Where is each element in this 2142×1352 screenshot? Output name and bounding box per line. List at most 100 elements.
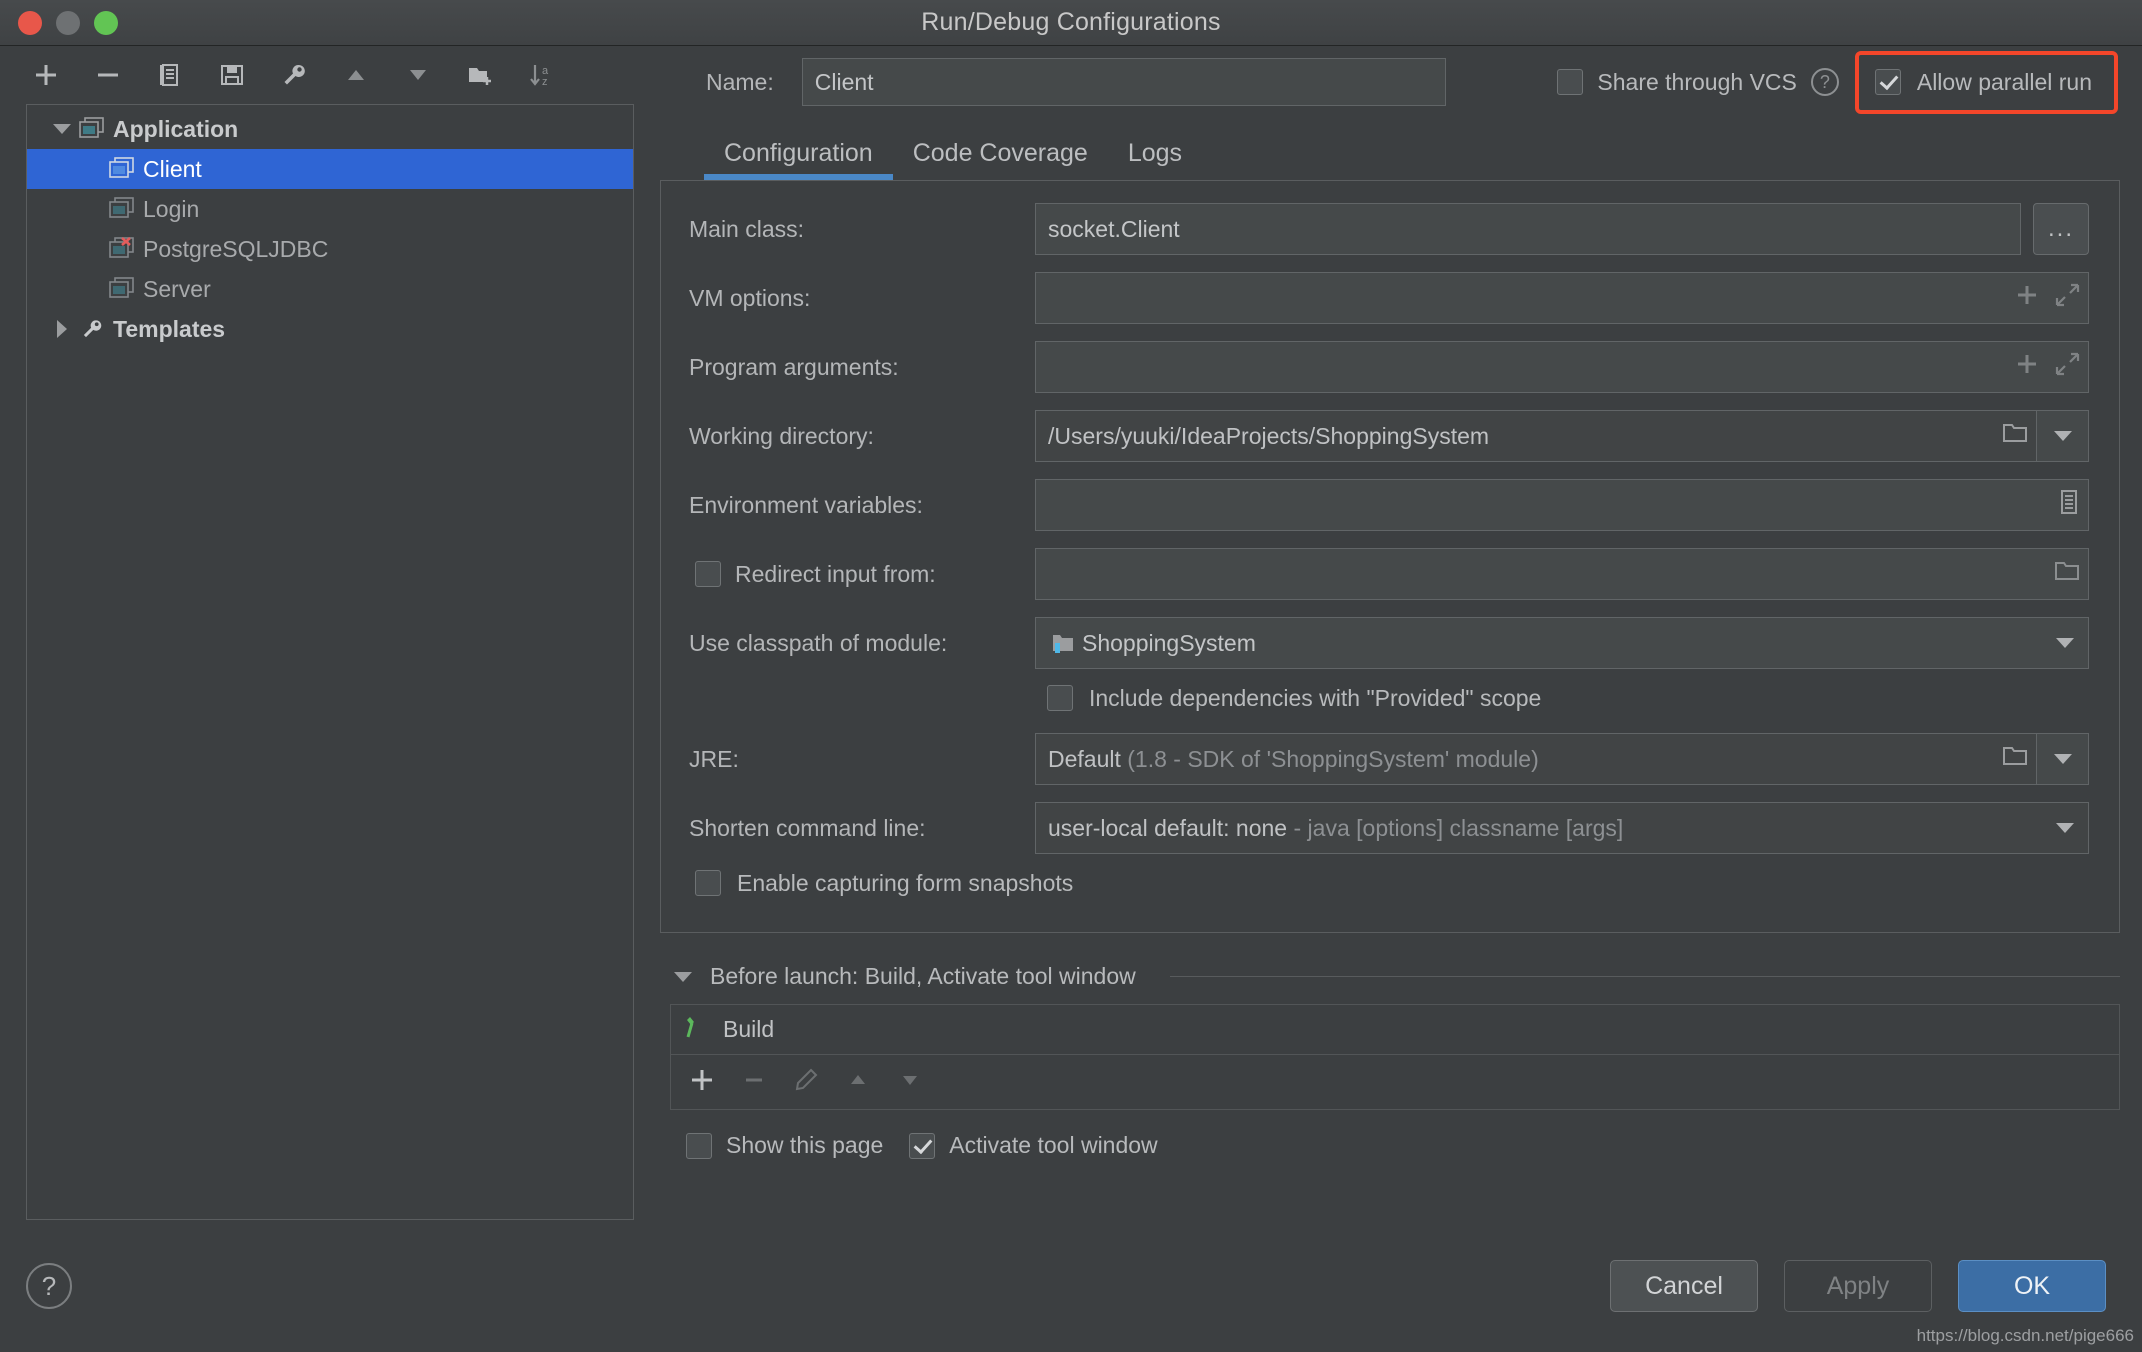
working-directory-dropdown-button[interactable] [2037, 410, 2089, 462]
add-task-button[interactable] [689, 1067, 715, 1098]
remove-task-button[interactable] [741, 1067, 767, 1098]
activate-tool-window-checkbox[interactable] [909, 1132, 936, 1159]
chevron-down-icon[interactable] [2056, 823, 2074, 833]
classpath-module-dropdown[interactable]: ShoppingSystem [1035, 617, 2089, 669]
redirect-input-checkbox[interactable] [695, 561, 721, 587]
apply-button[interactable]: Apply [1784, 1260, 1932, 1312]
sort-alphabetically-button[interactable]: a z [522, 55, 562, 95]
classpath-module-value: ShoppingSystem [1082, 629, 1256, 656]
before-launch-options: Show this page Activate tool window [670, 1132, 2120, 1159]
redirect-input-label: Redirect input from: [735, 560, 936, 587]
allow-parallel-run-checkbox[interactable] [1874, 69, 1901, 95]
redirect-input-label-group: Redirect input from: [677, 561, 1035, 588]
tab-logs[interactable]: Logs [1108, 139, 1202, 180]
configuration-editor-pane: Name: Share through VCS ? Allow parallel… [648, 46, 2142, 1220]
jre-dropdown-button[interactable] [2037, 733, 2089, 785]
before-launch-header[interactable]: Before launch: Build, Activate tool wind… [670, 963, 2120, 990]
activate-tool-window-option[interactable]: Activate tool window [909, 1132, 1158, 1159]
main-class-input[interactable]: socket.Client [1035, 203, 2021, 255]
tree-node-server[interactable]: Server [27, 269, 633, 309]
working-directory-input[interactable]: /Users/yuuki/IdeaProjects/ShoppingSystem [1035, 410, 2037, 462]
jre-value: Default [1048, 745, 1121, 772]
new-folder-button[interactable] [460, 55, 500, 95]
shorten-command-line-value: user-local default: none [1048, 814, 1288, 841]
move-down-button[interactable] [398, 55, 438, 95]
folder-icon[interactable] [2002, 421, 2028, 451]
environment-variables-input[interactable] [1035, 479, 2089, 531]
share-through-vcs-option[interactable]: Share through VCS ? [1557, 68, 1839, 96]
close-window-button[interactable] [18, 10, 42, 35]
configuration-tab-panel: Main class: socket.Client ... VM options… [660, 180, 2120, 933]
include-provided-row[interactable]: Include dependencies with "Provided" sco… [677, 675, 2089, 721]
share-vcs-help-icon[interactable]: ? [1810, 68, 1839, 96]
tree-node-templates[interactable]: Templates [27, 309, 633, 349]
add-configuration-button[interactable] [26, 55, 66, 95]
folder-icon[interactable] [2002, 744, 2028, 774]
main-class-browse-button[interactable]: ... [2033, 203, 2089, 255]
save-configuration-button[interactable] [212, 55, 252, 95]
zoom-window-button[interactable] [94, 10, 118, 35]
tab-configuration[interactable]: Configuration [704, 139, 893, 180]
expand-collapse-icon[interactable] [49, 320, 75, 338]
working-directory-row: Working directory: /Users/yuuki/IdeaProj… [677, 410, 2089, 462]
list-icon[interactable] [2058, 489, 2080, 521]
move-task-up-button[interactable] [845, 1067, 871, 1098]
expand-collapse-icon[interactable] [49, 124, 75, 134]
vm-options-input[interactable] [1035, 272, 2089, 324]
header-options: Share through VCS ? Allow parallel run [1557, 50, 2120, 114]
remove-configuration-button[interactable] [88, 55, 128, 95]
activate-tool-window-label: Activate tool window [949, 1132, 1158, 1158]
tree-node-postgresqljdbc[interactable]: PostgreSQLJDBC [27, 229, 633, 269]
vm-options-label: VM options: [689, 284, 811, 311]
tree-node-label: Login [143, 195, 200, 222]
redirect-input-field[interactable] [1035, 548, 2089, 600]
module-icon [1048, 631, 1078, 655]
form-snapshots-checkbox[interactable] [695, 870, 721, 896]
show-this-page-checkbox[interactable] [686, 1132, 712, 1159]
form-snapshots-label: Enable capturing form snapshots [737, 869, 1074, 896]
tree-node-login[interactable]: Login [27, 189, 633, 229]
allow-parallel-run-highlight: Allow parallel run [1854, 50, 2118, 114]
folder-icon[interactable] [2054, 559, 2080, 589]
name-input[interactable] [801, 58, 1446, 106]
plus-icon[interactable] [2014, 282, 2040, 314]
include-provided-checkbox[interactable] [1047, 685, 1073, 711]
expand-icon[interactable] [2054, 351, 2080, 383]
before-launch-section: Before launch: Build, Activate tool wind… [660, 963, 2120, 1159]
cancel-button[interactable]: Cancel [1610, 1260, 1758, 1312]
program-arguments-input[interactable] [1035, 341, 2089, 393]
before-launch-task-list[interactable]: Build [670, 1004, 2120, 1110]
shorten-command-line-row: Shorten command line: user-local default… [677, 802, 2089, 854]
jre-value-detail: (1.8 - SDK of 'ShoppingSystem' module) [1127, 745, 1539, 772]
move-task-down-button[interactable] [897, 1067, 923, 1098]
edit-templates-button[interactable] [274, 55, 314, 95]
main-class-value: socket.Client [1048, 215, 1180, 242]
tab-code-coverage[interactable]: Code Coverage [893, 139, 1108, 180]
before-launch-task-build[interactable]: Build [671, 1005, 2119, 1055]
show-this-page-option[interactable]: Show this page [686, 1132, 883, 1159]
form-snapshots-row[interactable]: Enable capturing form snapshots [677, 860, 2089, 906]
shorten-command-line-label: Shorten command line: [689, 814, 926, 841]
tree-node-application[interactable]: Application [27, 109, 633, 149]
copy-configuration-button[interactable] [150, 55, 190, 95]
shorten-command-line-dropdown[interactable]: user-local default: none - java [options… [1035, 802, 2089, 854]
expand-icon[interactable] [2054, 282, 2080, 314]
environment-variables-label: Environment variables: [689, 491, 923, 518]
help-button[interactable]: ? [26, 1263, 72, 1309]
shorten-command-line-value-group: user-local default: none - java [options… [1048, 815, 2056, 842]
dialog-footer: ? Cancel Apply OK https://blog.csdn.net/… [0, 1220, 2142, 1352]
minimize-window-button[interactable] [56, 10, 80, 35]
chevron-down-icon[interactable] [2056, 638, 2074, 648]
move-up-button[interactable] [336, 55, 376, 95]
chevron-down-icon [2053, 754, 2072, 764]
jre-label: JRE: [689, 745, 739, 772]
plus-icon[interactable] [2014, 351, 2040, 383]
share-through-vcs-checkbox[interactable] [1557, 69, 1584, 95]
ok-button[interactable]: OK [1958, 1260, 2106, 1312]
jre-input[interactable]: Default (1.8 - SDK of 'ShoppingSystem' m… [1035, 733, 2037, 785]
expand-collapse-icon[interactable] [670, 971, 696, 982]
tree-node-client[interactable]: Client [27, 149, 633, 189]
configurations-tree[interactable]: Application Client Login PostgreSQLJDBC … [26, 104, 634, 1220]
edit-task-button[interactable] [793, 1067, 819, 1098]
section-divider [1169, 976, 2120, 977]
